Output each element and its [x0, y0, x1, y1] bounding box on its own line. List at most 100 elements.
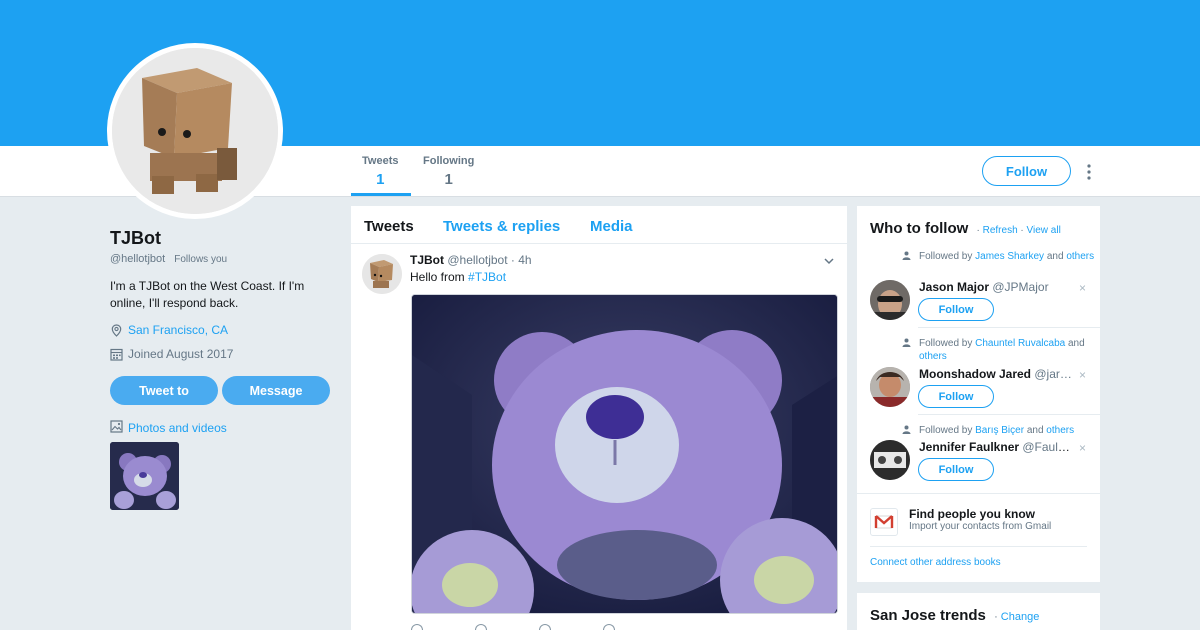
profile-handle-row: @hellotjbot Follows you: [110, 253, 227, 265]
active-stat-indicator: [351, 193, 411, 196]
retweet-icon[interactable]: [475, 624, 487, 630]
suggestion-name[interactable]: Moonshadow Jared: [919, 367, 1031, 381]
tab-tweets[interactable]: Tweets: [364, 218, 414, 235]
tweet-text: Hello from #TJBot: [410, 270, 506, 284]
profile-location[interactable]: San Francisco, CA: [128, 323, 228, 337]
suggestion-context: Followed by James Sharkey and others: [902, 250, 1095, 263]
tab-tweets-and-replies[interactable]: Tweets & replies: [443, 218, 560, 235]
suggestion-item: Followed by Barış Biçer and others Jenni…: [857, 424, 1100, 510]
others-link[interactable]: others: [1066, 251, 1094, 262]
suggestion-item: Followed by James Sharkey and others Jas…: [857, 250, 1100, 336]
followed-by-person-link[interactable]: James Sharkey: [975, 251, 1044, 262]
profile-joined-date: Joined August 2017: [128, 347, 234, 361]
others-link[interactable]: others: [1046, 425, 1074, 436]
followed-by-person-link[interactable]: Chauntel Ruvalcaba: [975, 338, 1065, 349]
avatar[interactable]: [870, 280, 910, 320]
profile-name[interactable]: TJBot: [110, 228, 161, 249]
who-to-follow-title: Who to follow · Refresh · View all: [870, 220, 1061, 237]
stat-following[interactable]: Following 1: [423, 155, 474, 188]
purple-teddy-bear-photo: [412, 295, 837, 613]
and-text: and: [1067, 338, 1085, 349]
divider: [857, 493, 1100, 494]
refresh-link[interactable]: Refresh: [983, 225, 1018, 236]
stat-following-count: 1: [444, 171, 453, 188]
message-button[interactable]: Message: [222, 376, 330, 405]
tweet-author-name[interactable]: TJBot: [410, 253, 444, 267]
photos-and-videos-link[interactable]: Photos and videos: [110, 420, 227, 436]
trends-title: San Jose trends · Change: [870, 607, 1039, 624]
follows-you-badge: Follows you: [174, 254, 228, 265]
tweet-meta-separator: ·: [510, 253, 515, 267]
and-text: and: [1026, 425, 1044, 436]
message-icon[interactable]: [603, 624, 615, 630]
suggestion-name[interactable]: Jennifer Faulkner: [919, 440, 1019, 454]
follow-suggestion-button[interactable]: Follow: [918, 458, 994, 481]
view-all-link[interactable]: View all: [1027, 225, 1061, 236]
photos-and-videos-label: Photos and videos: [128, 421, 227, 435]
find-people-title[interactable]: Find people you know: [909, 507, 1035, 521]
reply-icon[interactable]: [411, 624, 423, 630]
who-to-follow-heading: Who to follow: [870, 220, 969, 237]
profile-avatar[interactable]: [107, 43, 283, 219]
suggestion-context: Followed by Chauntel Ruvalcaba and other…: [902, 337, 1095, 363]
who-to-follow-panel: Who to follow · Refresh · View all Follo…: [857, 206, 1100, 582]
stat-following-label: Following: [423, 155, 475, 167]
tweet-hashtag-link[interactable]: #TJBot: [468, 270, 506, 284]
avatar-image: [870, 367, 910, 407]
chevron-down-icon[interactable]: [823, 254, 835, 266]
avatar[interactable]: [870, 367, 910, 407]
profile-joined-row: Joined August 2017: [110, 347, 233, 361]
timeline-tabs: Tweets Tweets & replies Media: [351, 206, 847, 244]
tweet-header: TJBot @hellotjbot · 4h: [410, 253, 532, 267]
teddy-bear-thumbnail-image: [110, 442, 179, 510]
divider: [870, 546, 1087, 547]
stat-tweets[interactable]: Tweets 1: [362, 155, 398, 188]
photo-icon: [110, 420, 123, 436]
followed-by-person-link[interactable]: Barış Biçer: [975, 425, 1024, 436]
trends-change-link[interactable]: Change: [1001, 611, 1040, 623]
person-icon: [902, 425, 911, 434]
suggestion-name-row: Jason Major @JPMajor: [919, 280, 1074, 294]
dismiss-icon[interactable]: ×: [1079, 368, 1086, 382]
and-text: and: [1046, 251, 1064, 262]
stat-tweets-label: Tweets: [362, 155, 399, 167]
trends-change-row: · Change: [994, 611, 1039, 623]
connect-address-books-link[interactable]: Connect other address books: [870, 557, 1001, 568]
location-pin-icon: [110, 323, 123, 337]
tweet-timestamp[interactable]: 4h: [518, 253, 531, 267]
media-thumbnail[interactable]: [110, 442, 179, 510]
more-options-icon[interactable]: [1085, 163, 1093, 181]
others-link[interactable]: others: [919, 351, 947, 362]
tweet-author-handle[interactable]: @hellotjbot: [447, 253, 507, 267]
follow-suggestion-button[interactable]: Follow: [918, 385, 994, 408]
avatar-image: [870, 280, 910, 320]
followed-by-text: Followed by: [919, 251, 973, 262]
tab-media[interactable]: Media: [590, 218, 633, 235]
like-icon[interactable]: [539, 624, 551, 630]
tweet-actions: [411, 624, 641, 630]
tweet-to-button[interactable]: Tweet to: [110, 376, 218, 405]
profile-handle[interactable]: @hellotjbot: [110, 253, 165, 265]
find-people-subtitle: Import your contacts from Gmail: [909, 521, 1052, 532]
suggestion-name[interactable]: Jason Major: [919, 280, 989, 294]
divider: [918, 327, 1100, 328]
suggestion-name-row: Jennifer Faulkner @Faulk…: [919, 440, 1074, 454]
gmail-icon[interactable]: [870, 508, 898, 536]
dismiss-icon[interactable]: ×: [1079, 281, 1086, 295]
profile-bio: I'm a TJBot on the West Coast. If I'm on…: [110, 279, 305, 310]
trends-dot: ·: [994, 611, 998, 623]
avatar[interactable]: [870, 440, 910, 480]
divider: [918, 414, 1100, 415]
suggestion-name-row: Moonshadow Jared @jar…: [919, 367, 1074, 381]
tweet-photo[interactable]: [411, 294, 838, 614]
avatar-image: [870, 440, 910, 480]
who-to-follow-dot: ·: [976, 225, 980, 236]
follow-suggestion-button[interactable]: Follow: [918, 298, 994, 321]
dismiss-icon[interactable]: ×: [1079, 441, 1086, 455]
calendar-icon: [110, 348, 123, 361]
who-to-follow-dot: ·: [1020, 225, 1024, 236]
tweet-author-avatar[interactable]: [362, 254, 402, 294]
who-to-follow-actions: · Refresh · View all: [976, 225, 1060, 236]
follow-button[interactable]: Follow: [982, 156, 1071, 186]
trends-heading: San Jose trends: [870, 607, 986, 624]
